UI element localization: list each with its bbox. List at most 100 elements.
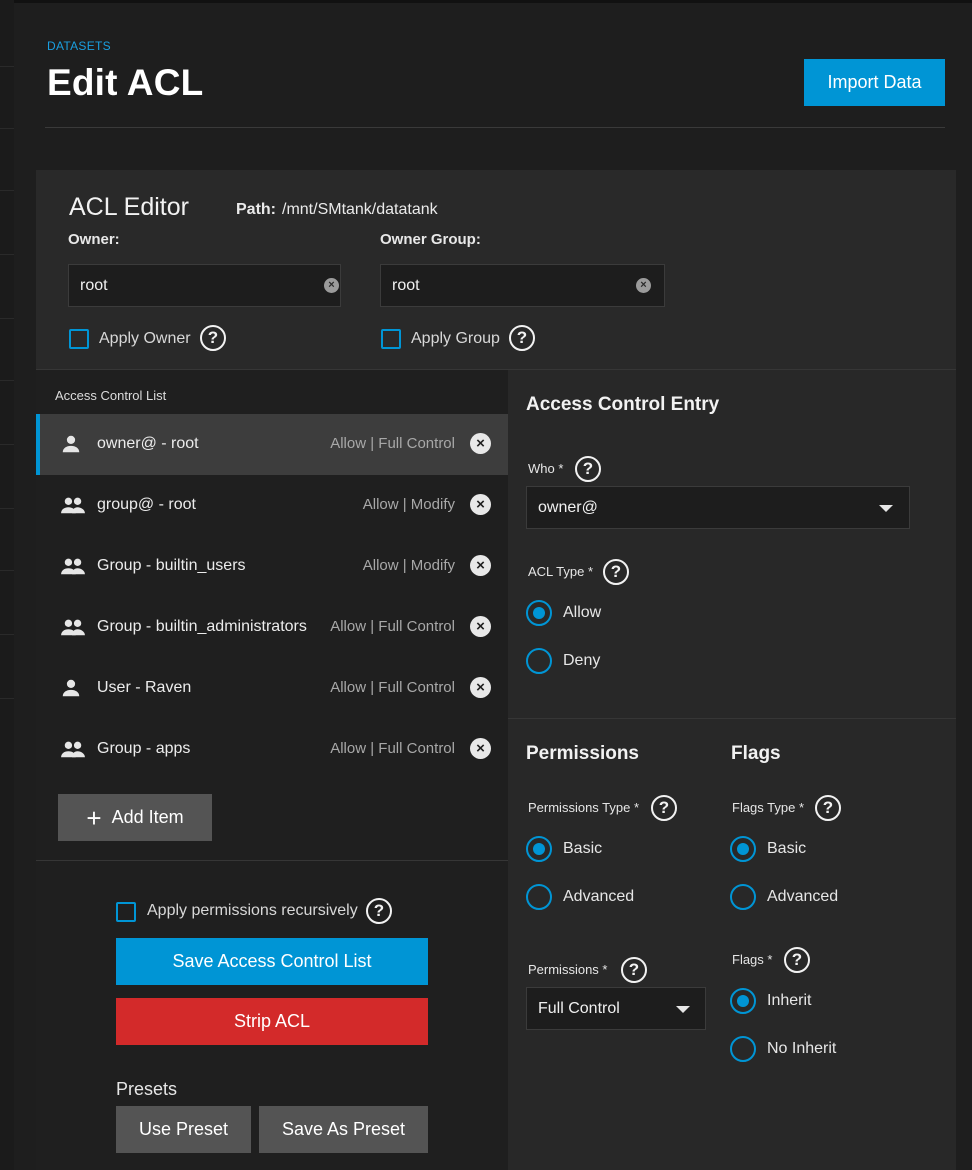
acl-type-help-icon[interactable]: ? [603, 559, 629, 585]
acl-type-allow-radio[interactable] [526, 600, 552, 626]
use-preset-button[interactable]: Use Preset [116, 1106, 251, 1153]
save-acl-button[interactable]: Save Access Control List [116, 938, 428, 985]
apply-recursively-checkbox[interactable] [116, 902, 136, 922]
acl-item-permission: Allow | Modify [362, 496, 455, 513]
acl-list-item[interactable]: owner@ - root Allow | Full Control × [36, 414, 508, 475]
acl-type-deny-label: Deny [563, 652, 601, 669]
apply-group-label: Apply Group [411, 330, 500, 347]
apply-owner-label: Apply Owner [99, 330, 191, 347]
flags-help-icon[interactable]: ? [784, 947, 810, 973]
acl-list-item[interactable]: Group - builtin_administrators Allow | Fu… [36, 597, 508, 658]
remove-item-icon[interactable]: × [470, 677, 491, 698]
presets-title: Presets [116, 1079, 178, 1099]
apply-owner-checkbox[interactable] [69, 329, 89, 349]
permissions-type-advanced-label: Advanced [563, 888, 635, 905]
acl-item-permission: Allow | Full Control [330, 435, 455, 452]
acl-item-name: owner@ - root [97, 435, 199, 452]
clear-owner-group-icon[interactable]: × [636, 278, 651, 293]
strip-acl-button[interactable]: Strip ACL [116, 998, 428, 1045]
window-top-bar [0, 0, 972, 3]
add-item-label: Add Item [111, 807, 184, 827]
remove-item-icon[interactable]: × [470, 494, 491, 515]
flags-type-help-icon[interactable]: ? [815, 795, 841, 821]
flags-inherit-radio[interactable] [730, 988, 756, 1014]
chevron-down-icon [676, 1006, 690, 1013]
access-control-entry-title: Access Control Entry [526, 394, 720, 415]
apply-owner-help-icon[interactable]: ? [200, 325, 226, 351]
owner-group-label: Owner Group: [380, 231, 481, 248]
remove-item-icon[interactable]: × [470, 738, 491, 759]
group-icon [60, 738, 86, 765]
owner-label: Owner: [68, 231, 120, 248]
ace-divider [508, 718, 956, 719]
who-select[interactable]: owner@ [526, 486, 910, 529]
import-data-button[interactable]: Import Data [804, 59, 945, 106]
add-item-button[interactable]: + Add Item [58, 794, 212, 841]
page-title: Edit ACL [47, 62, 204, 103]
left-sidebar-edge [0, 0, 14, 1170]
permissions-select-value: Full Control [538, 1000, 620, 1017]
acl-item-name: group@ - root [97, 496, 196, 513]
acl-item-name: Group - apps [97, 740, 191, 757]
group-icon [60, 555, 86, 582]
flags-no-inherit-label: No Inherit [767, 1040, 837, 1057]
path-value: /mnt/SMtank/datatank [282, 201, 438, 218]
permissions-type-basic-radio[interactable] [526, 836, 552, 862]
flags-type-advanced-label: Advanced [767, 888, 839, 905]
who-label: Who * [528, 461, 564, 476]
breadcrumb[interactable]: DATASETS [47, 39, 111, 53]
owner-input[interactable] [68, 264, 341, 307]
acl-list-item[interactable]: group@ - root Allow | Modify × [36, 475, 508, 536]
acl-type-label: ACL Type * [528, 564, 594, 579]
who-help-icon[interactable]: ? [575, 456, 601, 482]
flags-type-basic-radio[interactable] [730, 836, 756, 862]
acl-editor-title: ACL Editor [69, 193, 189, 221]
remove-item-icon[interactable]: × [470, 555, 491, 576]
path-label: Path: [236, 201, 276, 218]
permissions-type-advanced-radio[interactable] [526, 884, 552, 910]
list-divider [36, 860, 508, 861]
permissions-type-basic-label: Basic [563, 840, 603, 857]
acl-list-item[interactable]: User - Raven Allow | Full Control × [36, 658, 508, 719]
owner-group-input[interactable] [380, 264, 665, 307]
access-control-entry-panel: Access Control Entry Who * ? owner@ ACL … [508, 370, 956, 1170]
acl-item-permission: Allow | Full Control [330, 618, 455, 635]
person-icon [60, 433, 82, 460]
clear-owner-icon[interactable]: × [324, 278, 339, 293]
acl-list-item[interactable]: Group - builtin_users Allow | Modify × [36, 536, 508, 597]
permissions-title: Permissions [526, 743, 639, 764]
acl-item-name: User - Raven [97, 679, 192, 696]
flags-type-label: Flags Type * [732, 800, 805, 815]
chevron-down-icon [879, 505, 893, 512]
acl-type-deny-radio[interactable] [526, 648, 552, 674]
acl-editor-card: ACL Editor Path: /mnt/SMtank/datatank Own… [36, 170, 956, 1170]
acl-list-item[interactable]: Group - apps Allow | Full Control × [36, 719, 508, 780]
apply-group-help-icon[interactable]: ? [509, 325, 535, 351]
remove-item-icon[interactable]: × [470, 433, 491, 454]
flags-no-inherit-radio[interactable] [730, 1036, 756, 1062]
flags-inherit-label: Inherit [767, 992, 812, 1009]
person-icon [60, 677, 82, 704]
permissions-type-label: Permissions Type * [528, 800, 640, 815]
apply-recursively-help-icon[interactable]: ? [366, 898, 392, 924]
permissions-help-icon[interactable]: ? [621, 957, 647, 983]
access-control-list-panel: Access Control List owner@ - root Allow |… [36, 370, 508, 1170]
flags-label: Flags * [732, 952, 773, 967]
flags-type-basic-label: Basic [767, 840, 807, 857]
acl-item-permission: Allow | Modify [362, 557, 455, 574]
apply-group-checkbox[interactable] [381, 329, 401, 349]
acl-item-name: Group - builtin_administrators [97, 618, 307, 635]
acl-item-name: Group - builtin_users [97, 557, 246, 574]
flags-type-advanced-radio[interactable] [730, 884, 756, 910]
apply-recursively-label: Apply permissions recursively [147, 902, 358, 919]
access-control-list-caption: Access Control List [55, 388, 167, 403]
acl-item-permission: Allow | Full Control [330, 740, 455, 757]
acl-type-allow-label: Allow [563, 604, 602, 621]
who-select-value: owner@ [538, 499, 598, 516]
plus-icon: + [86, 802, 102, 833]
remove-item-icon[interactable]: × [470, 616, 491, 637]
permissions-type-help-icon[interactable]: ? [651, 795, 677, 821]
acl-item-permission: Allow | Full Control [330, 679, 455, 696]
permissions-select[interactable]: Full Control [526, 987, 706, 1030]
save-as-preset-button[interactable]: Save As Preset [259, 1106, 428, 1153]
